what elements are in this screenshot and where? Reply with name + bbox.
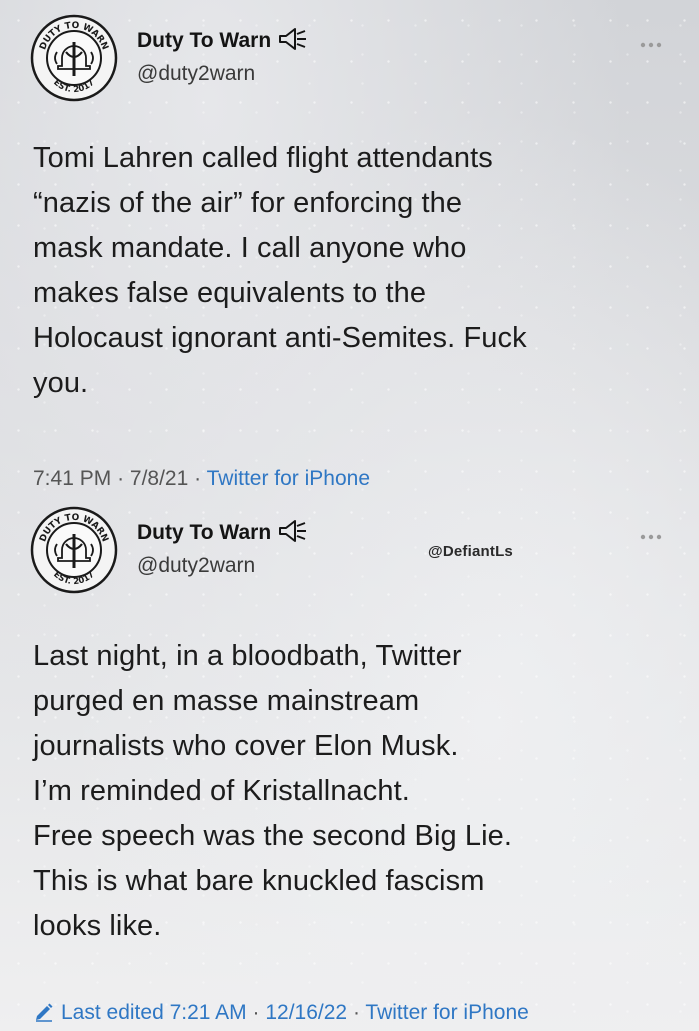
tweet-text-line: journalists who cover Elon Musk. xyxy=(33,730,459,762)
tweet-text-line: Tomi Lahren called flight attendants xyxy=(33,142,493,174)
tweet-text: Last night, in a bloodbath, Twitter purg… xyxy=(33,634,673,949)
tweet-text-line: looks like. xyxy=(33,910,162,942)
tweet-text-line: Holocaust ignorant anti-Semites. Fuck xyxy=(33,322,527,354)
tweet-text-line: This is what bare knuckled fascism xyxy=(33,865,485,897)
tweet-text-line: purged en masse mainstream xyxy=(33,685,420,717)
tweet-text: Tomi Lahren called flight attendants “na… xyxy=(33,136,673,406)
tweet-meta: 7:41 PM · 7/8/21 · Twitter for iPhone xyxy=(33,467,370,491)
tweet-date[interactable]: 7/8/21 xyxy=(130,467,188,490)
pencil-icon xyxy=(33,1000,55,1022)
separator: · xyxy=(117,467,125,490)
handle[interactable]: @duty2warn xyxy=(137,554,255,578)
logo-seal-icon[interactable]: DUTY TO WARN EST. 2017 xyxy=(30,14,118,102)
more-options-icon[interactable] xyxy=(639,528,663,540)
tweet-meta: Last edited 7:21 AM · 12/16/22 · Twitter… xyxy=(33,1000,529,1025)
tweet-text-line: you. xyxy=(33,367,89,399)
tweet-text-line: Last night, in a bloodbath, Twitter xyxy=(33,640,462,672)
tweet-date[interactable]: 12/16/22 xyxy=(265,1001,347,1024)
more-options-icon[interactable] xyxy=(639,36,663,48)
tweet-source-link[interactable]: Twitter for iPhone xyxy=(365,1001,528,1024)
handle[interactable]: @duty2warn xyxy=(137,62,255,86)
separator: · xyxy=(352,1001,360,1024)
tweet-time[interactable]: 7:21 AM xyxy=(170,1001,247,1024)
logo-seal-icon[interactable]: DUTY TO WARN EST. 2017 xyxy=(30,506,118,594)
speaker-icon xyxy=(277,27,307,51)
tweet-text-line: makes false equivalents to the xyxy=(33,277,427,309)
last-edited-label[interactable]: Last edited xyxy=(61,1001,164,1024)
tweet-source-link[interactable]: Twitter for iPhone xyxy=(207,467,370,490)
separator: · xyxy=(252,1001,260,1024)
display-name[interactable]: Duty To Warn xyxy=(137,519,307,545)
tweet-time[interactable]: 7:41 PM xyxy=(33,467,111,490)
tweet-text-line: mask mandate. I call anyone who xyxy=(33,232,467,264)
tweet-text-line: I’m reminded of Kristallnacht. xyxy=(33,775,410,807)
display-name[interactable]: Duty To Warn xyxy=(137,27,307,53)
tweet-text-line: “nazis of the air” for enforcing the xyxy=(33,187,463,219)
tweet-text-line: Free speech was the second Big Lie. xyxy=(33,820,513,852)
speaker-icon xyxy=(277,519,307,543)
watermark: @DefiantLs xyxy=(428,543,513,560)
separator: · xyxy=(194,467,202,490)
